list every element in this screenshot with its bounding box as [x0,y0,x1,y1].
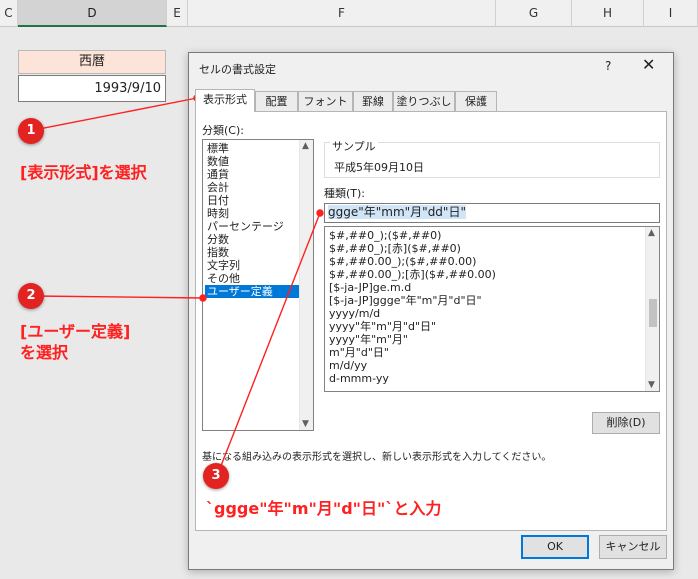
tab-number[interactable]: 表示形式 [195,89,255,112]
annotation-line-2 [33,295,204,299]
step-2-badge: 2 [18,283,44,309]
step-2-text-line2: を選択 [20,343,69,362]
step-3-text: `ggge"年"m"月"d"日"`と入力 [206,499,442,518]
annotation-line-1 [33,97,198,131]
step-1-badge: 1 [18,118,44,144]
step-3-badge: 3 [203,463,229,489]
step-1-text: [表示形式]を選択 [20,163,147,182]
annotation-dot-3 [316,209,324,217]
annotation-lines [33,94,324,477]
annotation-dot-2 [199,294,207,302]
annotation-line-3 [216,212,321,477]
